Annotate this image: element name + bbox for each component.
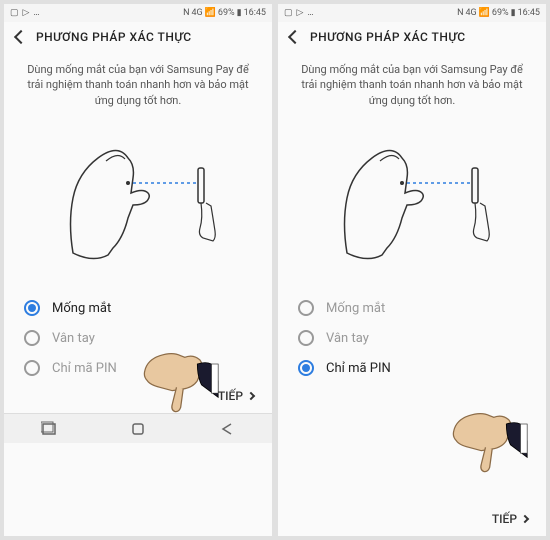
radio-pin[interactable] bbox=[24, 360, 40, 376]
status-left-icons: ▢▷… bbox=[10, 8, 39, 18]
option-pin-label: Chỉ mã PIN bbox=[52, 361, 117, 376]
recent-apps-button[interactable] bbox=[41, 421, 57, 437]
radio-fingerprint[interactable] bbox=[24, 330, 40, 346]
chevron-right-icon bbox=[521, 515, 529, 523]
iris-illustration bbox=[278, 113, 546, 283]
status-right-icons: N 4G 📶 69% ▮ 16:45 bbox=[183, 8, 266, 18]
battery-icon: ▮ bbox=[237, 8, 242, 18]
page-title: PHƯƠNG PHÁP XÁC THỰC bbox=[310, 30, 466, 44]
description-text: Dùng mống mắt của bạn với Samsung Pay để… bbox=[4, 52, 272, 113]
option-fingerprint[interactable]: Vân tay bbox=[24, 323, 252, 353]
back-icon[interactable] bbox=[14, 30, 28, 44]
option-fingerprint-label: Vân tay bbox=[52, 331, 95, 346]
option-iris-label: Mống mắt bbox=[326, 301, 385, 316]
signal-icon: 📶 bbox=[479, 8, 490, 18]
description-text: Dùng mống mắt của bạn với Samsung Pay để… bbox=[278, 52, 546, 113]
phone-screen-left: ▢▷… N 4G 📶 69% ▮ 16:45 PHƯƠNG PHÁP XÁC T… bbox=[4, 4, 272, 536]
option-iris[interactable]: Mống mắt bbox=[298, 293, 526, 323]
navigation-bar bbox=[4, 413, 272, 443]
battery-percent: 69% bbox=[218, 8, 235, 18]
back-button[interactable] bbox=[219, 421, 235, 437]
back-icon[interactable] bbox=[288, 30, 302, 44]
option-pin-label: Chỉ mã PIN bbox=[326, 361, 391, 376]
phone-screen-right: ▢▷… N 4G 📶 69% ▮ 16:45 PHƯƠNG PHÁP XÁC T… bbox=[278, 4, 546, 536]
pointing-hand-overlay bbox=[443, 399, 528, 478]
iris-illustration bbox=[4, 113, 272, 283]
next-button[interactable]: TIẾP bbox=[4, 383, 272, 413]
header: PHƯƠNG PHÁP XÁC THỰC bbox=[4, 22, 272, 52]
option-pin[interactable]: Chỉ mã PIN bbox=[298, 353, 526, 383]
notif-icon: N bbox=[457, 8, 463, 18]
option-iris[interactable]: Mống mắt bbox=[24, 293, 252, 323]
chevron-right-icon bbox=[247, 392, 255, 400]
status-bar: ▢▷… N 4G 📶 69% ▮ 16:45 bbox=[4, 4, 272, 22]
home-button[interactable] bbox=[130, 421, 146, 437]
option-fingerprint[interactable]: Vân tay bbox=[298, 323, 526, 353]
next-label: TIẾP bbox=[218, 389, 243, 403]
battery-percent: 69% bbox=[492, 8, 509, 18]
status-bar: ▢▷… N 4G 📶 69% ▮ 16:45 bbox=[278, 4, 546, 22]
battery-icon: ▮ bbox=[511, 8, 516, 18]
signal-icon: 📶 bbox=[205, 8, 216, 18]
radio-iris[interactable] bbox=[24, 300, 40, 316]
notif-icon: N bbox=[183, 8, 189, 18]
clock: 16:45 bbox=[518, 8, 540, 18]
options-list: Mống mắt Vân tay Chỉ mã PIN bbox=[278, 283, 546, 383]
option-pin[interactable]: Chỉ mã PIN bbox=[24, 353, 252, 383]
option-fingerprint-label: Vân tay bbox=[326, 331, 369, 346]
options-list: Mống mắt Vân tay Chỉ mã PIN bbox=[4, 283, 272, 383]
status-right-icons: N 4G 📶 69% ▮ 16:45 bbox=[457, 8, 540, 18]
radio-iris[interactable] bbox=[298, 300, 314, 316]
signal-4g: 4G bbox=[465, 8, 476, 18]
radio-fingerprint[interactable] bbox=[298, 330, 314, 346]
clock: 16:45 bbox=[244, 8, 266, 18]
header: PHƯƠNG PHÁP XÁC THỰC bbox=[278, 22, 546, 52]
signal-4g: 4G bbox=[191, 8, 202, 18]
next-button[interactable]: TIẾP bbox=[278, 506, 546, 536]
next-label: TIẾP bbox=[492, 512, 517, 526]
option-iris-label: Mống mắt bbox=[52, 301, 111, 316]
radio-pin[interactable] bbox=[298, 360, 314, 376]
status-left-icons: ▢▷… bbox=[284, 8, 313, 18]
page-title: PHƯƠNG PHÁP XÁC THỰC bbox=[36, 30, 192, 44]
